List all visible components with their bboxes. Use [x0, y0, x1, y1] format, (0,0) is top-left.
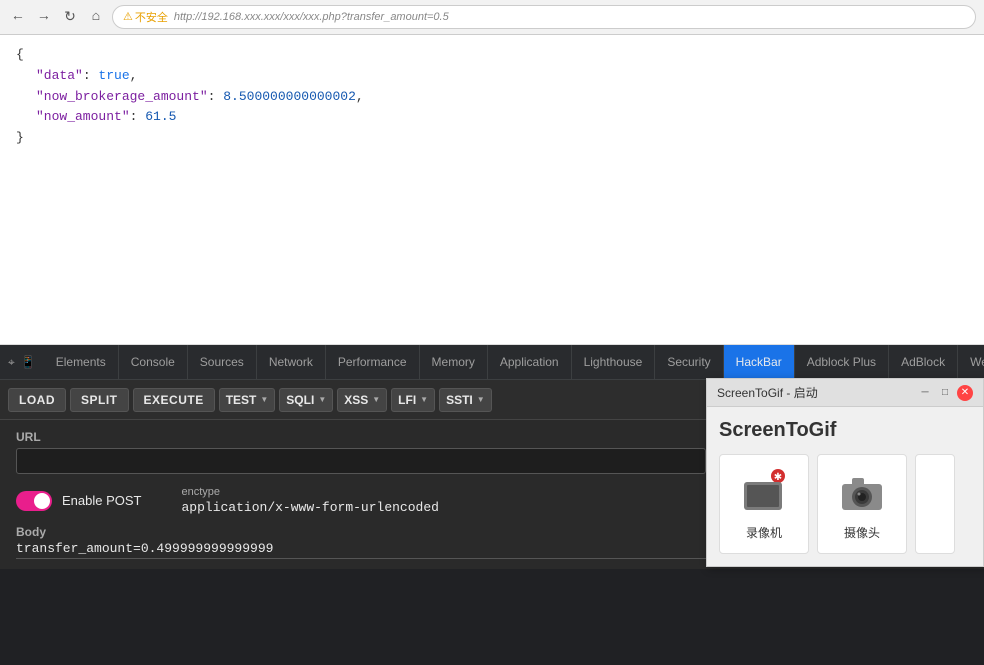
json-data-key: "data" [36, 68, 83, 83]
tab-sources[interactable]: Sources [188, 345, 257, 379]
json-brokerage-key: "now_brokerage_amount" [36, 89, 208, 104]
ssti-dropdown-label: SSTI [446, 393, 473, 407]
tab-lighthouse-label: Lighthouse [584, 355, 643, 369]
tab-lighthouse[interactable]: Lighthouse [572, 345, 656, 379]
tab-memory-label: Memory [432, 355, 475, 369]
test-dropdown-label: TEST [226, 393, 257, 407]
test-dropdown[interactable]: TEST [219, 388, 276, 412]
tab-adblock-label: AdBlock [901, 355, 945, 369]
json-brokerage-line: "now_brokerage_amount": 8.50000000000000… [16, 87, 968, 108]
json-amount-line: "now_amount": 61.5 [16, 107, 968, 128]
tab-performance-label: Performance [338, 355, 407, 369]
url-display: http://192.168.xxx.xxx/xxx/xxx.php?trans… [174, 11, 449, 23]
enable-post-toggle[interactable] [16, 491, 52, 511]
json-data-value: true [98, 68, 129, 83]
close-button[interactable]: ✕ [957, 385, 973, 401]
tab-elements-label: Elements [56, 355, 106, 369]
home-button[interactable]: ⌂ [86, 7, 106, 27]
browser-chrome: ← → ↻ ⌂ ⚠ 不安全 http://192.168.xxx.xxx/xxx… [0, 0, 984, 35]
security-warning: ⚠ 不安全 [123, 9, 168, 25]
execute-button[interactable]: EXECUTE [133, 388, 215, 412]
tab-application[interactable]: Application [488, 345, 572, 379]
security-warning-text: 不安全 [135, 9, 168, 25]
video-recorder-label: 录像机 [746, 524, 782, 541]
screentogif-window: ScreenToGif - 启动 ─ □ ✕ ScreenToGif ✱ [706, 378, 984, 567]
enctype-section: enctype application/x-www-form-urlencode… [182, 486, 439, 515]
enctype-label: enctype [182, 486, 439, 498]
screentogif-body: ScreenToGif ✱ 录像机 [707, 407, 983, 566]
tab-adblock-plus-label: Adblock Plus [807, 355, 876, 369]
json-data-line: "data": true, [16, 66, 968, 87]
tab-hackbar-label: HackBar [736, 355, 782, 369]
video-recorder-option[interactable]: ✱ 录像机 [719, 454, 809, 554]
json-brokerage-value: 8.500000000000002 [223, 89, 356, 104]
svg-text:✱: ✱ [774, 472, 782, 483]
tab-adblock[interactable]: AdBlock [889, 345, 958, 379]
forward-button[interactable]: → [34, 7, 54, 27]
devtools-icon-buttons: ⌖ 📱 [0, 345, 44, 379]
tab-sources-label: Sources [200, 355, 244, 369]
tab-console-label: Console [131, 355, 175, 369]
enable-post-container: Enable POST [16, 491, 142, 511]
tab-network[interactable]: Network [257, 345, 326, 379]
camera-label: 摄像头 [844, 524, 880, 541]
json-amount-value: 61.5 [145, 109, 176, 124]
tab-we[interactable]: We [958, 345, 984, 379]
json-amount-key: "now_amount" [36, 109, 130, 124]
enable-post-label: Enable POST [62, 493, 142, 508]
tab-hackbar[interactable]: HackBar [724, 345, 795, 379]
inspect-icon[interactable]: ⌖ [8, 355, 15, 370]
camera-option[interactable]: 摄像头 [817, 454, 907, 554]
screentogif-heading: ScreenToGif [719, 419, 971, 442]
sqli-dropdown-label: SQLI [286, 393, 314, 407]
xss-dropdown-label: XSS [344, 393, 368, 407]
screentogif-titlebar: ScreenToGif - 启动 ─ □ ✕ [707, 379, 983, 407]
tab-we-label: We [970, 355, 984, 369]
json-open-brace: { [16, 45, 968, 66]
devtools-tabs-bar: ⌖ 📱 Elements Console Sources Network Per… [0, 345, 984, 380]
url-input[interactable] [16, 448, 706, 474]
ssti-dropdown[interactable]: SSTI [439, 388, 492, 412]
third-option-icon [915, 480, 955, 528]
xss-dropdown[interactable]: XSS [337, 388, 387, 412]
sqli-dropdown[interactable]: SQLI [279, 388, 333, 412]
enctype-value: application/x-www-form-urlencoded [182, 500, 439, 515]
tab-elements[interactable]: Elements [44, 345, 119, 379]
tab-security[interactable]: Security [655, 345, 723, 379]
video-icon-svg: ✱ [740, 468, 788, 516]
load-button[interactable]: LOAD [8, 388, 66, 412]
tab-adblock-plus[interactable]: Adblock Plus [795, 345, 889, 379]
camera-icon [838, 468, 886, 516]
tab-performance[interactable]: Performance [326, 345, 420, 379]
maximize-button[interactable]: □ [937, 385, 953, 401]
json-content-area: { "data": true, "now_brokerage_amount": … [0, 35, 984, 345]
third-option[interactable] [915, 454, 955, 554]
tab-network-label: Network [269, 355, 313, 369]
camera-icon-svg [838, 468, 886, 516]
device-icon[interactable]: 📱 [21, 355, 36, 369]
video-recorder-icon: ✱ [740, 468, 788, 516]
screentogif-options: ✱ 录像机 [719, 454, 971, 554]
lfi-dropdown[interactable]: LFI [391, 388, 435, 412]
tab-security-label: Security [667, 355, 710, 369]
tab-console[interactable]: Console [119, 345, 188, 379]
json-close-brace: } [16, 128, 968, 149]
minimize-button[interactable]: ─ [917, 385, 933, 401]
tab-memory[interactable]: Memory [420, 345, 488, 379]
address-bar[interactable]: ⚠ 不安全 http://192.168.xxx.xxx/xxx/xxx.php… [112, 5, 976, 29]
split-button[interactable]: SPLIT [70, 388, 129, 412]
lfi-dropdown-label: LFI [398, 393, 416, 407]
back-button[interactable]: ← [8, 7, 28, 27]
tab-application-label: Application [500, 355, 559, 369]
window-controls: ─ □ ✕ [917, 385, 973, 401]
screentogif-title: ScreenToGif - 启动 [717, 384, 917, 401]
refresh-button[interactable]: ↻ [60, 7, 80, 27]
